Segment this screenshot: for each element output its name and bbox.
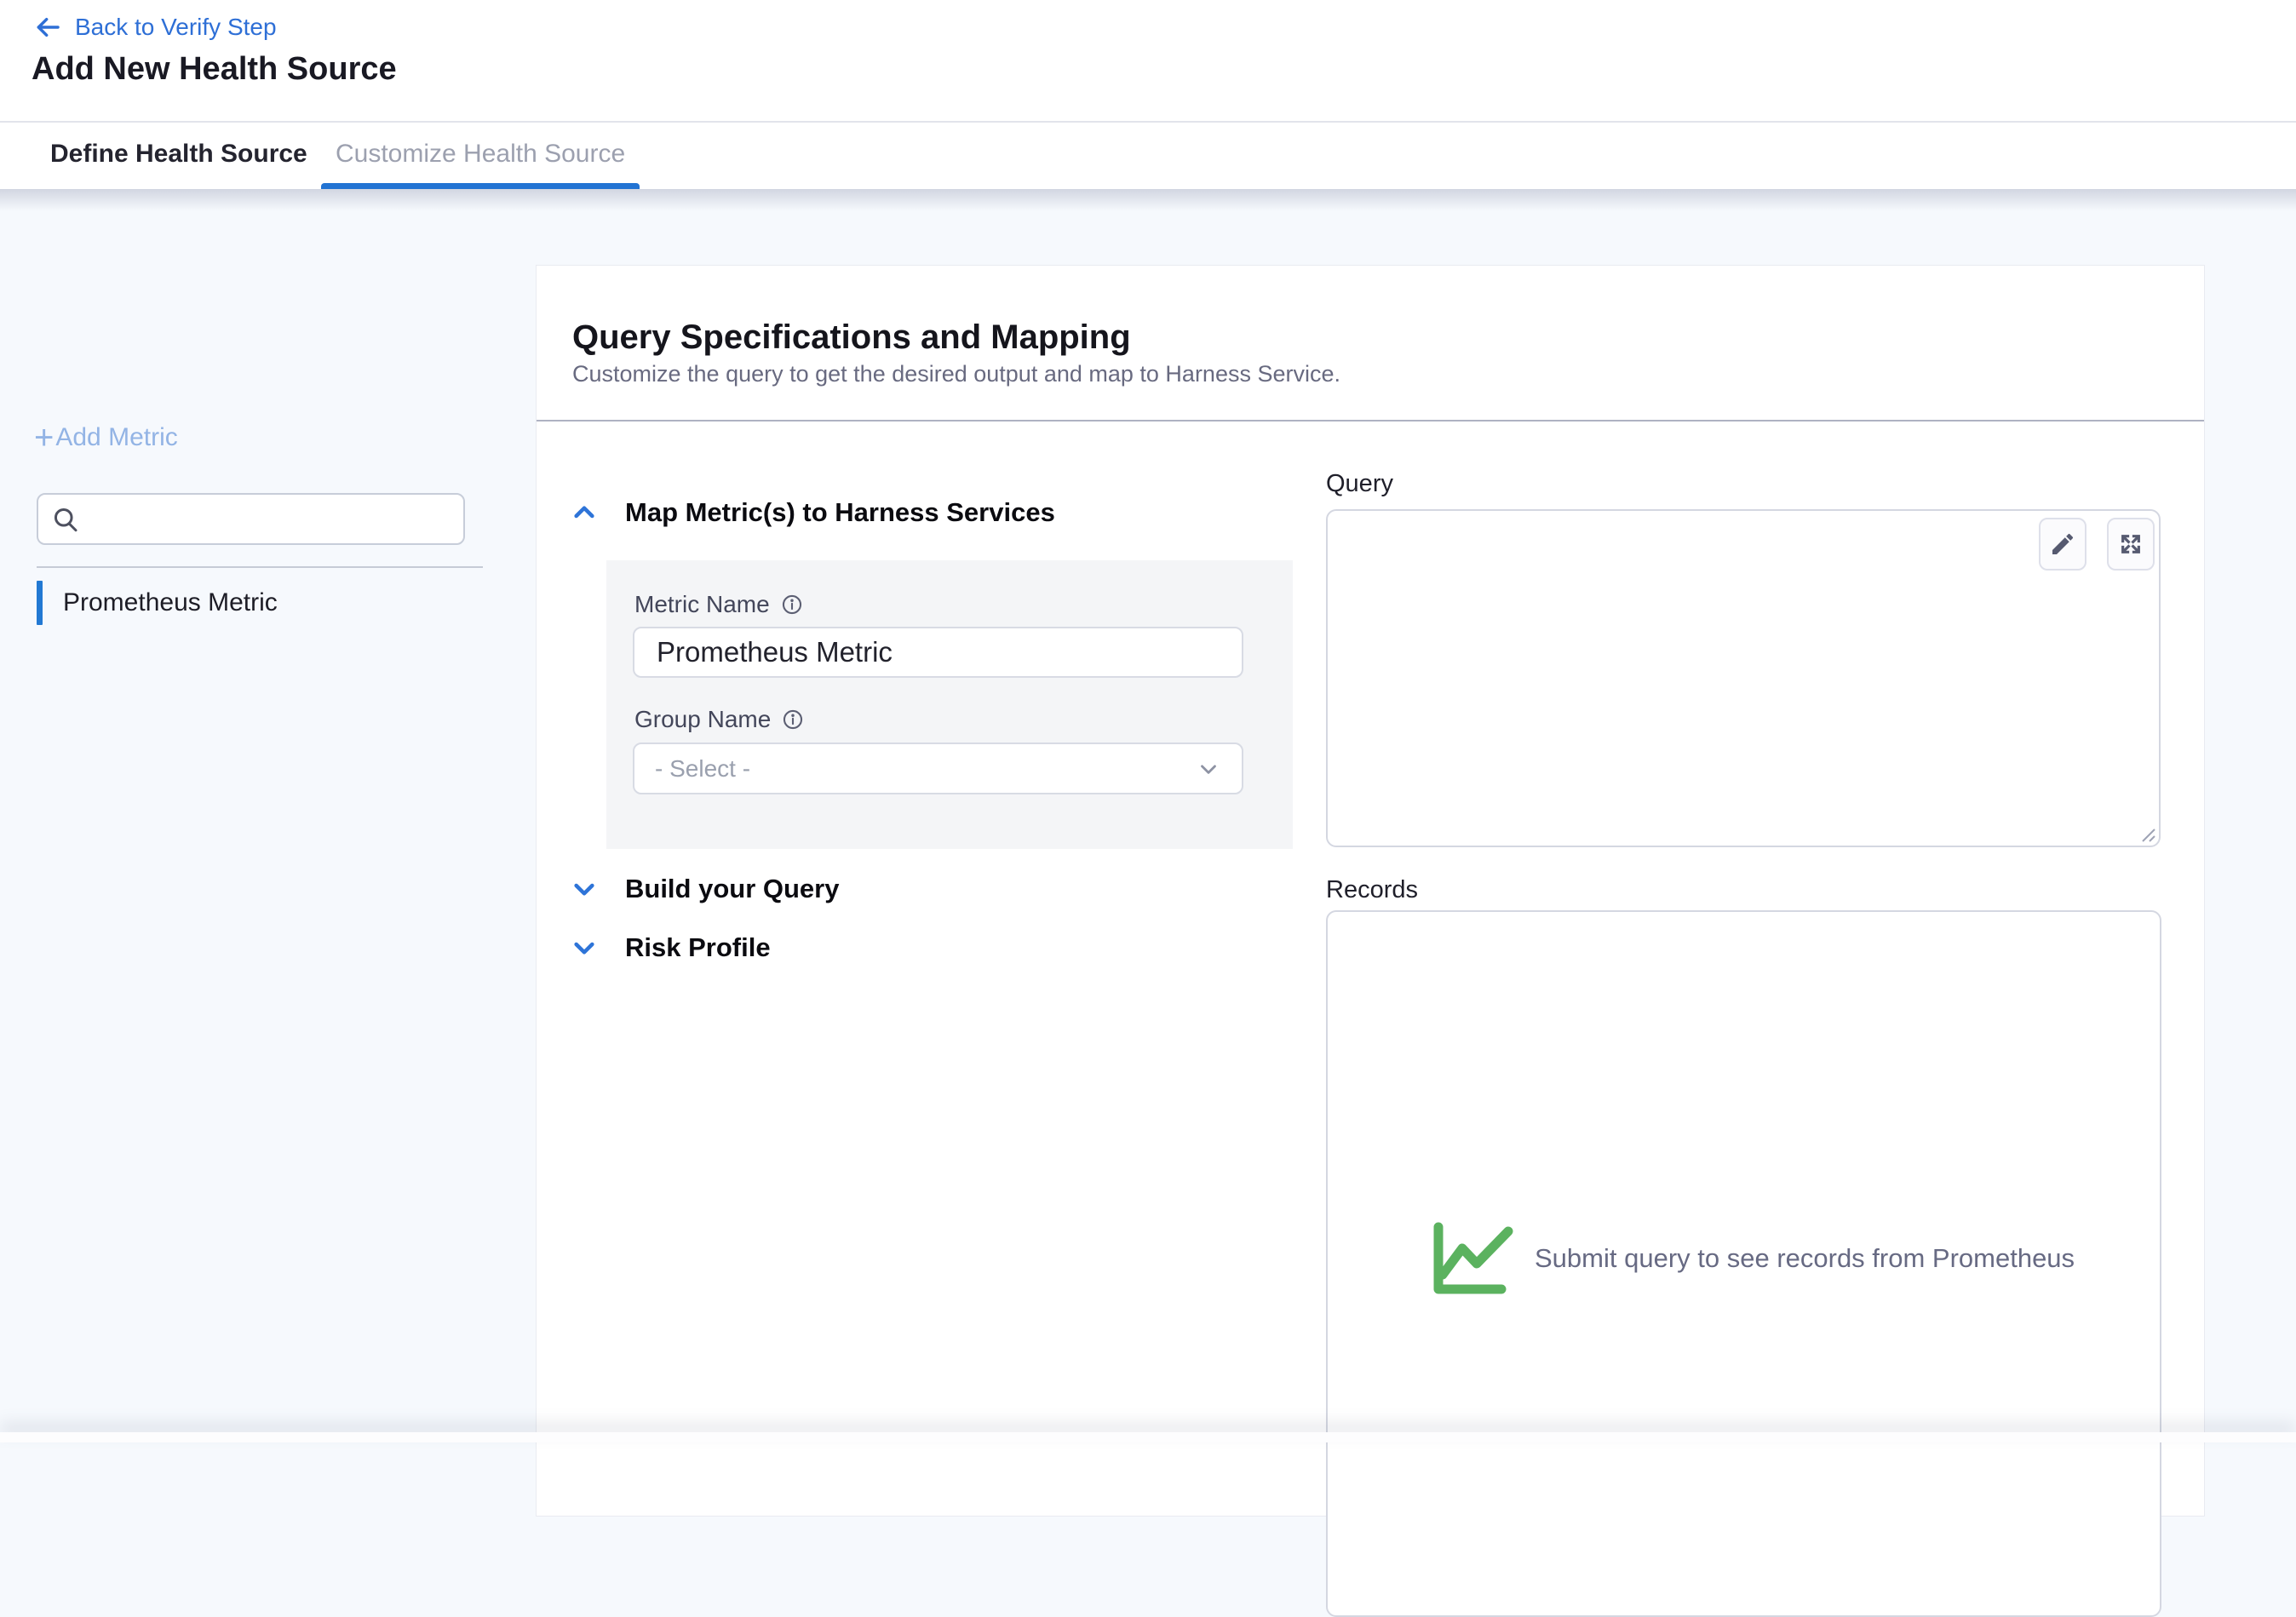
- card-title: Query Specifications and Mapping: [572, 318, 1131, 357]
- select-placeholder: - Select -: [655, 755, 750, 783]
- section-title: Map Metric(s) to Harness Services: [625, 497, 1055, 528]
- records-label: Records: [1326, 876, 1418, 904]
- tab-define-health-source[interactable]: Define Health Source: [50, 123, 307, 185]
- search-icon: [50, 504, 81, 535]
- selected-indicator-bar: [37, 581, 43, 625]
- sidebar-item-prometheus-metric[interactable]: Prometheus Metric: [37, 581, 278, 625]
- plus-icon: +: [34, 422, 54, 453]
- tab-bar: Define Health Source Customize Health So…: [0, 121, 2296, 189]
- metric-name-label-text: Metric Name: [634, 591, 770, 618]
- back-to-verify-step-link[interactable]: Back to Verify Step: [34, 12, 277, 43]
- map-metric-form-panel: Metric Name Group Name - Select -: [606, 560, 1293, 849]
- footer-bar-edge: [0, 1432, 2296, 1442]
- records-empty-state: Submit query to see records from Prometh…: [1432, 1222, 2075, 1295]
- metric-item-label: Prometheus Metric: [63, 588, 278, 617]
- tab-customize-health-source[interactable]: Customize Health Source: [336, 123, 625, 185]
- back-link-label: Back to Verify Step: [75, 14, 277, 41]
- pencil-icon: [2049, 530, 2076, 558]
- section-build-your-query[interactable]: Build your Query: [571, 874, 839, 904]
- add-metric-label: Add Metric: [55, 423, 177, 452]
- search-input[interactable]: [91, 505, 451, 534]
- line-chart-icon: [1432, 1222, 1518, 1295]
- textarea-resize-handle[interactable]: [2134, 821, 2156, 843]
- group-name-label: Group Name: [634, 706, 805, 733]
- metric-name-input[interactable]: [633, 627, 1243, 678]
- page-header: Back to Verify Step Add New Health Sourc…: [0, 0, 2296, 121]
- section-map-metrics-to-harness-services[interactable]: Map Metric(s) to Harness Services: [571, 497, 1055, 528]
- chevron-down-icon: [571, 934, 598, 961]
- group-name-label-text: Group Name: [634, 706, 771, 733]
- chevron-down-icon: [571, 875, 598, 903]
- section-title: Build your Query: [625, 874, 839, 904]
- edit-query-button[interactable]: [2039, 518, 2086, 571]
- group-name-select[interactable]: - Select -: [633, 743, 1243, 794]
- query-textarea[interactable]: [1326, 509, 2161, 847]
- expand-query-button[interactable]: [2107, 518, 2155, 571]
- records-empty-message: Submit query to see records from Prometh…: [1535, 1243, 2075, 1274]
- info-icon[interactable]: [781, 708, 805, 731]
- metrics-sidebar: + Add Metric Prometheus Metric: [0, 189, 537, 1442]
- active-tab-underline: [321, 183, 640, 189]
- query-label: Query: [1326, 470, 1393, 498]
- chevron-up-icon: [571, 499, 598, 526]
- metric-search-box: [37, 493, 465, 545]
- info-icon[interactable]: [780, 593, 804, 616]
- records-panel: Submit query to see records from Prometh…: [1326, 910, 2161, 1617]
- card-header-divider: [537, 420, 2204, 421]
- arrow-left-icon: [34, 14, 61, 41]
- fullscreen-expand-icon: [2117, 530, 2144, 558]
- section-title: Risk Profile: [625, 932, 771, 963]
- chevron-down-icon: [1196, 756, 1221, 782]
- query-specifications-card: Query Specifications and Mapping Customi…: [537, 266, 2204, 1516]
- page-title: Add New Health Source: [32, 51, 397, 88]
- card-subtitle: Customize the query to get the desired o…: [572, 361, 1340, 387]
- sidebar-divider: [37, 566, 483, 568]
- section-risk-profile[interactable]: Risk Profile: [571, 932, 771, 963]
- metric-name-label: Metric Name: [634, 591, 804, 618]
- add-metric-button[interactable]: + Add Metric: [34, 422, 178, 453]
